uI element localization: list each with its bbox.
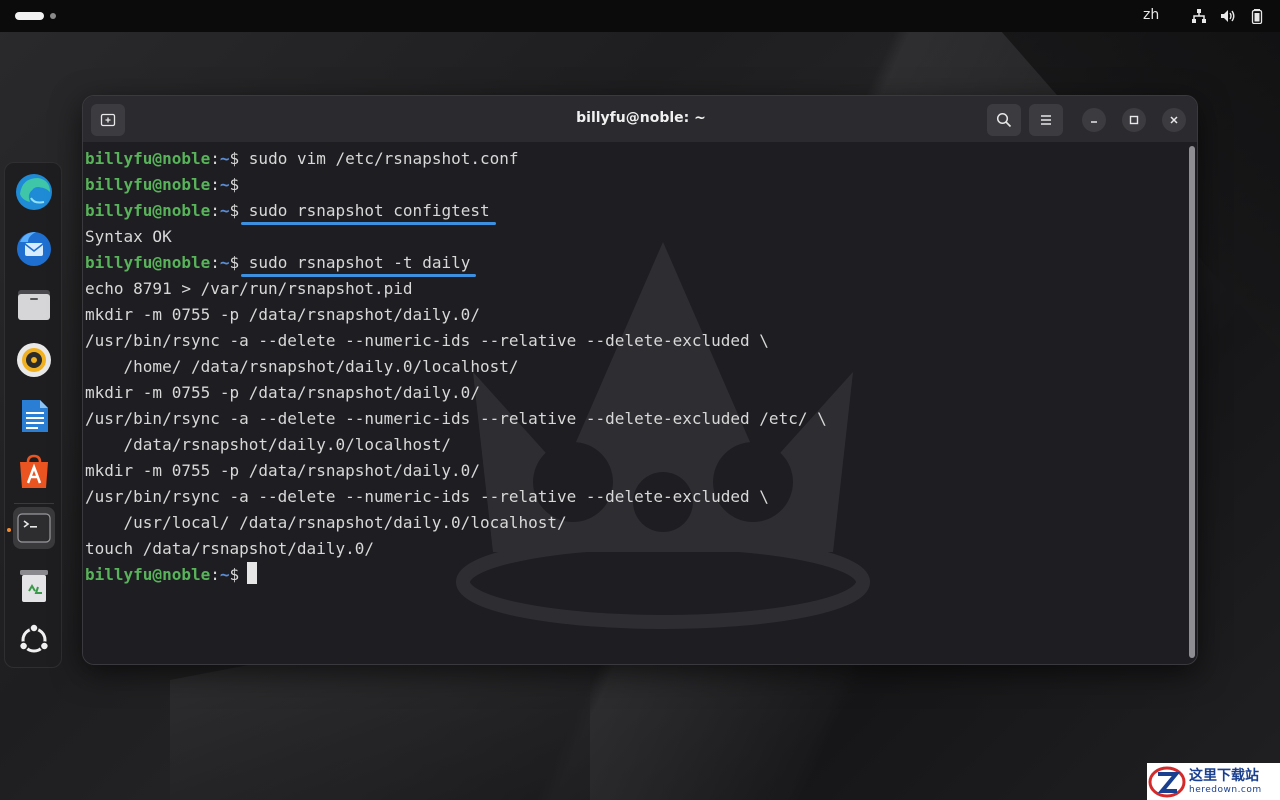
prompt-dollar: $ [229,565,240,584]
dock-item-writer[interactable] [13,395,55,437]
prompt-colon: : [210,175,220,194]
trash-icon [20,570,48,602]
output-line: /data/rsnapshot/daily.0/localhost/ [85,435,452,454]
dock-item-files[interactable] [13,283,55,325]
prompt-user: billyfu@noble [85,175,211,194]
site-name-cn: 这里下载站 [1189,767,1259,784]
activities-indicator[interactable] [15,12,44,20]
prompt-colon: : [210,201,220,220]
prompt-dollar: $ [229,253,240,272]
output-line: echo 8791 > /var/run/rsnapshot.pid [85,279,413,298]
dock-item-show-apps[interactable] [13,619,55,661]
output-line: /usr/bin/rsync -a --delete --numeric-ids… [85,409,827,428]
prompt-user: billyfu@noble [85,253,211,272]
prompt-user: billyfu@noble [85,565,211,584]
input-language-indicator[interactable]: zh [1143,7,1159,23]
battery-icon[interactable] [1249,8,1265,24]
output-line: mkdir -m 0755 -p /data/rsnapshot/daily.0… [85,305,480,324]
network-icon[interactable] [1191,8,1207,24]
site-logo-icon [1147,763,1187,800]
prompt-colon: : [210,149,220,168]
prompt-dollar: $ [229,175,240,194]
output-line: /home/ /data/rsnapshot/daily.0/localhost… [85,357,519,376]
thunderbird-icon [17,232,51,266]
prompt-dollar: $ [229,201,240,220]
window-headerbar: billyfu@noble: ~ [83,96,1197,142]
command-text: sudo rsnapshot -t daily [248,253,471,272]
dock-item-edge[interactable] [13,171,55,213]
maximize-icon [1129,115,1139,125]
minimize-icon [1091,121,1097,123]
prompt-line: billyfu@noble:~$ sudo rsnapshot configte… [85,198,827,224]
prompt-line: billyfu@noble:~$ sudo rsnapshot -t daily [85,250,827,276]
edge-browser-icon [16,174,52,210]
terminal-output[interactable]: billyfu@noble:~$ sudo vim /etc/rsnapshot… [83,142,1197,664]
close-icon [1170,116,1178,124]
output-line: touch /data/rsnapshot/daily.0/ [85,539,374,558]
prompt-user: billyfu@noble [85,149,211,168]
app-center-icon [20,454,48,488]
text-cursor [247,562,258,584]
prompt-colon: : [210,253,220,272]
terminal-window: billyfu@noble: ~ billyfu@noble:~$ sudo v… [82,95,1198,665]
hamburger-menu-icon [1041,115,1051,125]
rhythmbox-icon [17,343,51,377]
prompt-path: ~ [219,565,230,584]
dock-item-thunderbird[interactable] [13,227,55,269]
prompt-path: ~ [219,201,230,220]
output-line: /usr/bin/rsync -a --delete --numeric-ids… [85,487,769,506]
prompt-path: ~ [219,175,230,194]
volume-icon[interactable] [1220,8,1236,24]
prompt-dollar: $ [229,149,240,168]
command-text: sudo vim /etc/rsnapshot.conf [248,149,519,168]
close-button[interactable] [1162,108,1186,132]
terminal-lines: billyfu@noble:~$ sudo vim /etc/rsnapshot… [85,146,827,588]
prompt-line: billyfu@noble:~$ [85,172,827,198]
site-name-en: heredown.com [1189,784,1262,795]
search-icon [996,112,1012,128]
dock-separator [14,503,54,504]
site-watermark-badge: 这里下载站 heredown.com [1147,763,1280,800]
prompt-colon: : [210,565,220,584]
output-line: /usr/local/ /data/rsnapshot/daily.0/loca… [85,513,567,532]
prompt-line: billyfu@noble:~$ [85,562,827,588]
running-indicator [7,528,11,532]
files-icon [18,290,50,320]
prompt-path: ~ [219,253,230,272]
prompt-line: billyfu@noble:~$ sudo vim /etc/rsnapshot… [85,146,827,172]
dock-item-app-center[interactable] [13,451,55,493]
dock-item-terminal[interactable] [13,507,55,549]
output-line: mkdir -m 0755 -p /data/rsnapshot/daily.0… [85,461,480,480]
search-button[interactable] [987,104,1021,136]
ubuntu-logo-icon [18,623,50,653]
dock [4,162,62,668]
menu-button[interactable] [1029,104,1063,136]
maximize-button[interactable] [1122,108,1146,132]
output-line: mkdir -m 0755 -p /data/rsnapshot/daily.0… [85,383,480,402]
libreoffice-writer-icon [22,400,48,432]
prompt-path: ~ [219,149,230,168]
scrollbar[interactable] [1189,146,1195,658]
command-text: sudo rsnapshot configtest [248,201,490,220]
minimize-button[interactable] [1082,108,1106,132]
output-line: Syntax OK [85,227,172,246]
terminal-icon [17,513,51,543]
output-line: /usr/bin/rsync -a --delete --numeric-ids… [85,331,769,350]
prompt-user: billyfu@noble [85,201,211,220]
workspace-dot[interactable] [50,13,56,19]
dock-item-rhythmbox[interactable] [13,339,55,381]
top-bar: zh [0,0,1280,32]
dock-item-trash[interactable] [13,565,55,607]
